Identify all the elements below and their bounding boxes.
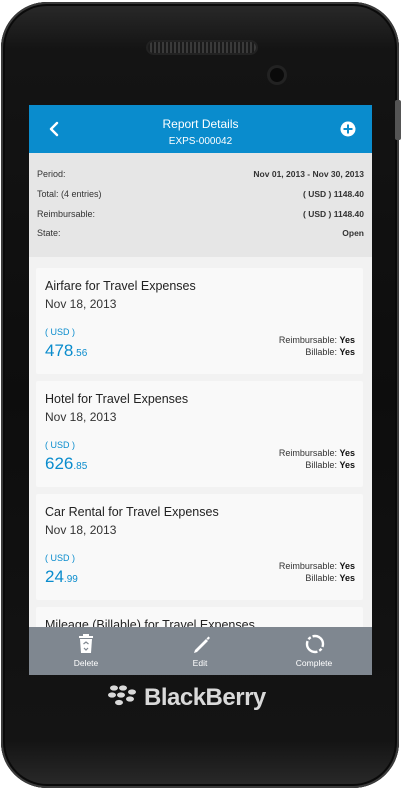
delete-label: Delete — [73, 658, 99, 668]
complete-button[interactable]: Complete — [257, 627, 371, 675]
page-title: Report Details — [162, 117, 239, 131]
expense-billable: Billable: Yes — [305, 347, 355, 357]
amount-cents: .99 — [63, 574, 78, 585]
app-header: Report Details EXPS-000042 — [29, 105, 372, 153]
amount-cents: .56 — [73, 348, 88, 359]
expense-currency: ( USD ) — [45, 327, 75, 337]
expense-amount: 478.56 — [45, 341, 87, 361]
expense-card[interactable]: Hotel for Travel Expenses Nov 18, 2013 (… — [36, 381, 363, 487]
blackberry-logo-icon — [108, 685, 136, 706]
report-summary: Period: Nov 01, 2013 - Nov 30, 2013 Tota… — [29, 153, 372, 257]
expense-billable: Billable: Yes — [305, 573, 355, 583]
expense-card[interactable]: Car Rental for Travel Expenses Nov 18, 2… — [36, 494, 363, 600]
delete-button[interactable]: Delete — [29, 627, 143, 675]
expense-date: Nov 18, 2013 — [45, 297, 117, 311]
expense-list[interactable]: Airfare for Travel Expenses Nov 18, 2013… — [29, 257, 372, 627]
billable-field-value: Yes — [339, 573, 355, 583]
amount-whole: 478 — [45, 341, 74, 360]
blackberry-logo: BlackBerry — [108, 680, 288, 712]
billable-field-value: Yes — [339, 347, 355, 357]
add-icon[interactable] — [340, 121, 356, 137]
expense-currency: ( USD ) — [45, 553, 75, 563]
reimbursable-field-label: Reimbursable: — [278, 448, 337, 458]
amount-cents: .85 — [73, 461, 88, 472]
period-label: Period: — [37, 169, 66, 179]
expense-title: Airfare for Travel Expenses — [45, 279, 196, 293]
expense-card[interactable]: Airfare for Travel Expenses Nov 18, 2013… — [36, 268, 363, 374]
complete-icon — [305, 634, 325, 654]
expense-card[interactable]: Mileage (Billable) for Travel Expenses — [36, 607, 363, 627]
expense-title: Hotel for Travel Expenses — [45, 392, 189, 406]
total-value: ( USD ) 1148.40 — [303, 189, 364, 199]
amount-whole: 626 — [45, 454, 74, 473]
speaker-grille — [148, 42, 256, 53]
reimbursable-field-label: Reimbursable: — [278, 335, 337, 345]
brand-name: BlackBerry — [144, 684, 266, 711]
edit-icon — [194, 636, 210, 653]
delete-icon — [79, 634, 93, 653]
action-toolbar: Delete Edit Complete — [29, 627, 372, 675]
expense-billable: Billable: Yes — [305, 460, 355, 470]
expense-amount: 626.85 — [45, 454, 87, 474]
expense-reimbursable: Reimbursable: Yes — [279, 561, 355, 571]
reimbursable-field-value: Yes — [339, 335, 355, 345]
expense-title: Car Rental for Travel Expenses — [45, 505, 219, 519]
app-screen: Report Details EXPS-000042 Period: Nov 0… — [29, 105, 372, 675]
reimbursable-field-label: Reimbursable: — [278, 561, 337, 571]
expense-date: Nov 18, 2013 — [45, 410, 117, 424]
reimbursable-label: Reimbursable: — [37, 209, 96, 219]
side-button[interactable] — [395, 100, 401, 140]
billable-field-label: Billable: — [305, 347, 337, 357]
expense-amount: 24.99 — [45, 567, 78, 587]
reimbursable-field-value: Yes — [339, 561, 355, 571]
expense-date: Nov 18, 2013 — [45, 523, 117, 537]
state-value: Open — [342, 228, 364, 238]
expense-reimbursable: Reimbursable: Yes — [279, 448, 355, 458]
front-camera — [270, 68, 284, 82]
edit-button[interactable]: Edit — [143, 627, 257, 675]
billable-field-label: Billable: — [305, 460, 337, 470]
total-label: Total: (4 entries) — [37, 189, 102, 199]
amount-whole: 24 — [45, 567, 64, 586]
edit-label: Edit — [192, 658, 208, 668]
report-id: EXPS-000042 — [168, 136, 233, 147]
expense-title: Mileage (Billable) for Travel Expenses — [45, 618, 255, 627]
expense-currency: ( USD ) — [45, 440, 75, 450]
state-label: State: — [37, 228, 61, 238]
billable-field-value: Yes — [339, 460, 355, 470]
reimbursable-field-value: Yes — [339, 448, 355, 458]
complete-label: Complete — [295, 658, 333, 668]
expense-reimbursable: Reimbursable: Yes — [279, 335, 355, 345]
reimbursable-value: ( USD ) 1148.40 — [303, 209, 364, 219]
billable-field-label: Billable: — [305, 573, 337, 583]
period-value: Nov 01, 2013 - Nov 30, 2013 — [253, 169, 364, 179]
